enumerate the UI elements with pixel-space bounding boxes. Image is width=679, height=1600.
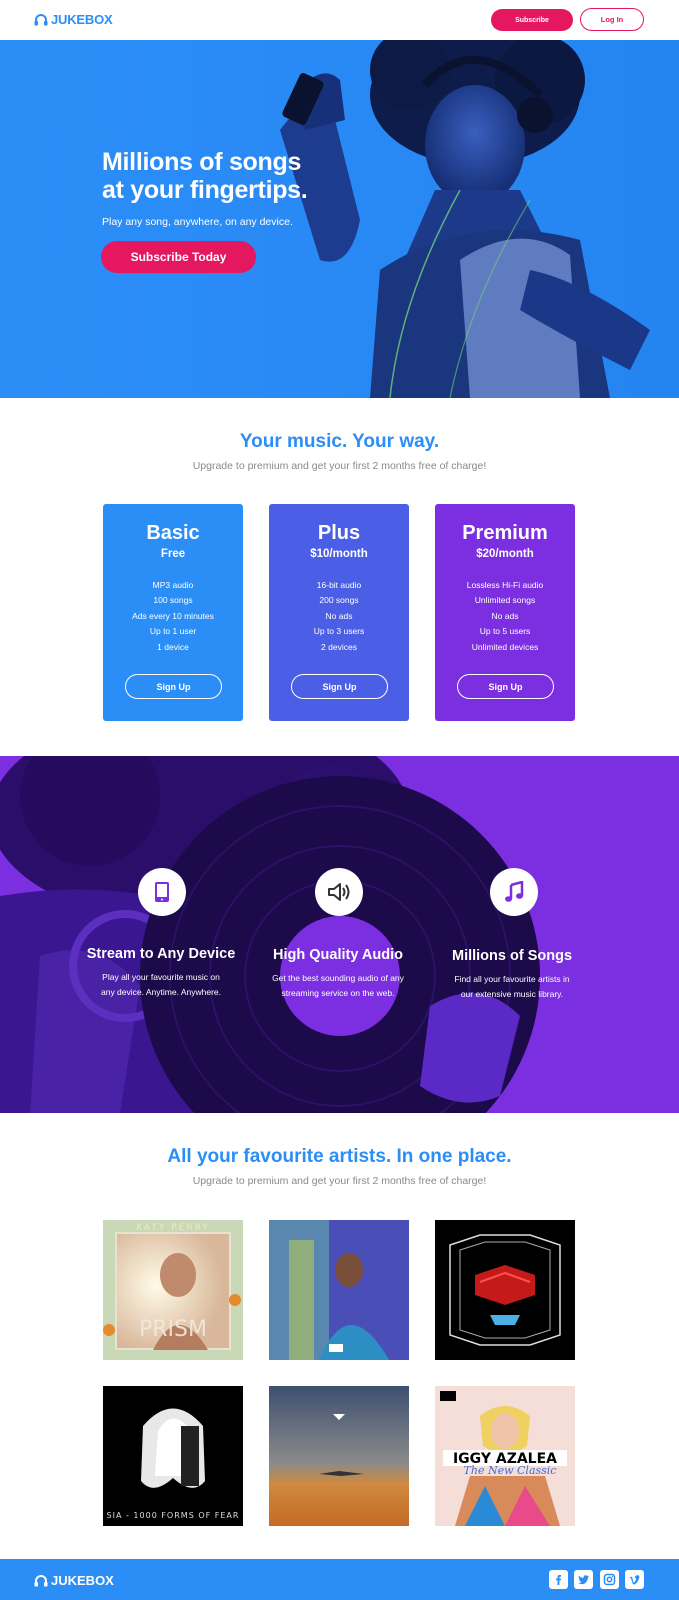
plan-price: Free	[160, 548, 186, 560]
plan-feature: MP3 audio	[152, 580, 194, 590]
feature-description: Get the best sounding audio of any strea…	[248, 971, 428, 1001]
hero-title: Millions of songs at your fingertips.	[102, 148, 308, 204]
album-cover-3[interactable]	[435, 1220, 575, 1360]
plans-subtitle: Upgrade to premium and get your first 2 …	[192, 460, 487, 472]
plan-card-premium: Premium $20/month Lossless Hi-Fi audio U…	[435, 504, 575, 721]
basic-sign-up-button[interactable]: Sign Up	[125, 674, 222, 699]
feature-description-line: Play all your favourite music on	[102, 972, 220, 982]
logo[interactable]: JUKEBOX	[34, 12, 113, 27]
plan-name: Basic	[146, 522, 200, 544]
feature-description: Find all your favourite artists in our e…	[422, 972, 602, 1002]
features-section: Stream to Any Device Play all your favou…	[0, 756, 679, 1113]
feature-title: High Quality Audio	[273, 947, 403, 963]
album-title-text: PRISM	[139, 1317, 207, 1342]
plan-features: MP3 audio 100 songs Ads every 10 minutes…	[103, 578, 243, 655]
feature-title: Millions of Songs	[451, 948, 573, 964]
premium-sign-up-button[interactable]: Sign Up	[457, 674, 554, 699]
feature-description-line: Get the best sounding audio of any	[272, 973, 404, 983]
plan-feature: Up to 5 users	[479, 626, 531, 637]
album-title-text: SIA - 1000 FORMS OF FEAR	[107, 1511, 240, 1520]
hero-section: Millions of songs at your fingertips. Pl…	[0, 40, 679, 398]
login-button[interactable]: Log In	[580, 8, 644, 31]
album-art	[269, 1220, 409, 1360]
hero-title-line-2: at your fingertips.	[102, 176, 308, 204]
logo-text: JUKEBOX	[51, 12, 113, 27]
plans-title: Your music. Your way.	[239, 431, 440, 452]
feature-stream: Stream to Any Device Play all your favou…	[71, 946, 251, 1000]
hero-title-line-1: Millions of songs	[102, 148, 302, 176]
plan-features: Lossless Hi-Fi audio Unlimited songs No …	[435, 578, 575, 655]
feature-songs: Millions of Songs Find all your favourit…	[422, 948, 602, 1002]
plan-feature: 100 songs	[153, 595, 193, 606]
speaker-icon	[328, 883, 350, 901]
album-art	[435, 1220, 575, 1360]
plan-feature: No ads	[325, 610, 353, 621]
plan-feature: Up to 1 user	[149, 626, 197, 637]
artists-subtitle: Upgrade to premium and get your first 2 …	[192, 1175, 487, 1187]
plan-feature: 1 device	[157, 641, 189, 652]
album-cover-sia[interactable]: SIA - 1000 FORMS OF FEAR	[103, 1386, 243, 1526]
top-header: JUKEBOX Subscribe Log In	[0, 0, 679, 40]
subscribe-button[interactable]: Subscribe	[491, 9, 573, 31]
hero-image	[280, 40, 650, 398]
plan-card-plus: Plus $10/month 16-bit audio 200 songs No…	[269, 504, 409, 721]
plan-feature: 2 devices	[321, 641, 357, 652]
plan-feature: Unlimited songs	[474, 595, 536, 606]
subscribe-today-button[interactable]: Subscribe Today	[101, 241, 256, 273]
plan-card-basic: Basic Free MP3 audio 100 songs Ads every…	[103, 504, 243, 721]
plan-feature: Ads every 10 minutes	[132, 610, 214, 621]
album-artist-text: KATY PERRY	[136, 1223, 210, 1233]
music-note-icon-circle	[490, 868, 538, 916]
feature-audio: High Quality Audio Get the best sounding…	[248, 947, 428, 1001]
instagram-icon[interactable]	[600, 1570, 619, 1589]
feature-description: Play all your favourite music on any dev…	[71, 970, 251, 1000]
plan-features: 16-bit audio 200 songs No ads Up to 3 us…	[269, 578, 409, 655]
plan-feature: 16-bit audio	[316, 580, 362, 590]
plan-feature: 200 songs	[319, 595, 359, 606]
vimeo-icon[interactable]	[625, 1570, 644, 1589]
plan-feature: Up to 3 users	[313, 626, 365, 637]
album-cover-5[interactable]	[269, 1386, 409, 1526]
plan-name: Plus	[317, 522, 361, 544]
headphones-icon	[34, 13, 48, 25]
plan-feature: Lossless Hi-Fi audio	[466, 580, 544, 590]
headphones-icon	[34, 1574, 48, 1586]
plan-feature: No ads	[491, 610, 519, 621]
twitter-icon[interactable]	[574, 1570, 593, 1589]
album-cover-2[interactable]	[269, 1220, 409, 1360]
plan-feature: Unlimited devices	[471, 641, 539, 652]
tablet-icon	[155, 882, 169, 902]
plan-price: $20/month	[476, 548, 534, 560]
album-cover-prism[interactable]: KATY PERRY PRISM	[103, 1220, 243, 1360]
album-art: SIA - 1000 FORMS OF FEAR	[103, 1386, 243, 1526]
album-art: KATY PERRY PRISM	[103, 1220, 243, 1360]
plan-price: $10/month	[310, 548, 368, 560]
feature-description-line: any device. Anytime. Anywhere.	[100, 987, 221, 997]
plan-name: Premium	[462, 522, 548, 544]
facebook-icon[interactable]	[549, 1570, 568, 1589]
album-cover-iggy[interactable]: IGGY AZALEA The New Classic	[435, 1386, 575, 1526]
feature-description-line: Find all your favourite artists in	[454, 974, 570, 984]
plus-sign-up-button[interactable]: Sign Up	[291, 674, 388, 699]
features-background-image	[0, 756, 679, 1113]
footer: JUKEBOX	[0, 1559, 679, 1600]
feature-title: Stream to Any Device	[86, 946, 236, 962]
footer-logo[interactable]: JUKEBOX	[34, 1573, 114, 1588]
feature-description-line: our extensive music library.	[460, 989, 564, 999]
music-note-icon	[505, 881, 524, 902]
footer-logo-text: JUKEBOX	[51, 1573, 114, 1588]
album-art: IGGY AZALEA The New Classic	[435, 1386, 575, 1526]
tablet-icon-circle	[138, 868, 186, 916]
artists-title: All your favourite artists. In one place…	[167, 1146, 512, 1167]
speaker-icon-circle	[315, 868, 363, 916]
album-title-text: The New Classic	[464, 1464, 557, 1477]
feature-description-line: streaming service on the web.	[281, 988, 395, 998]
hero-subtitle: Play any song, anywhere, on any device.	[102, 216, 293, 228]
album-art	[269, 1386, 409, 1526]
